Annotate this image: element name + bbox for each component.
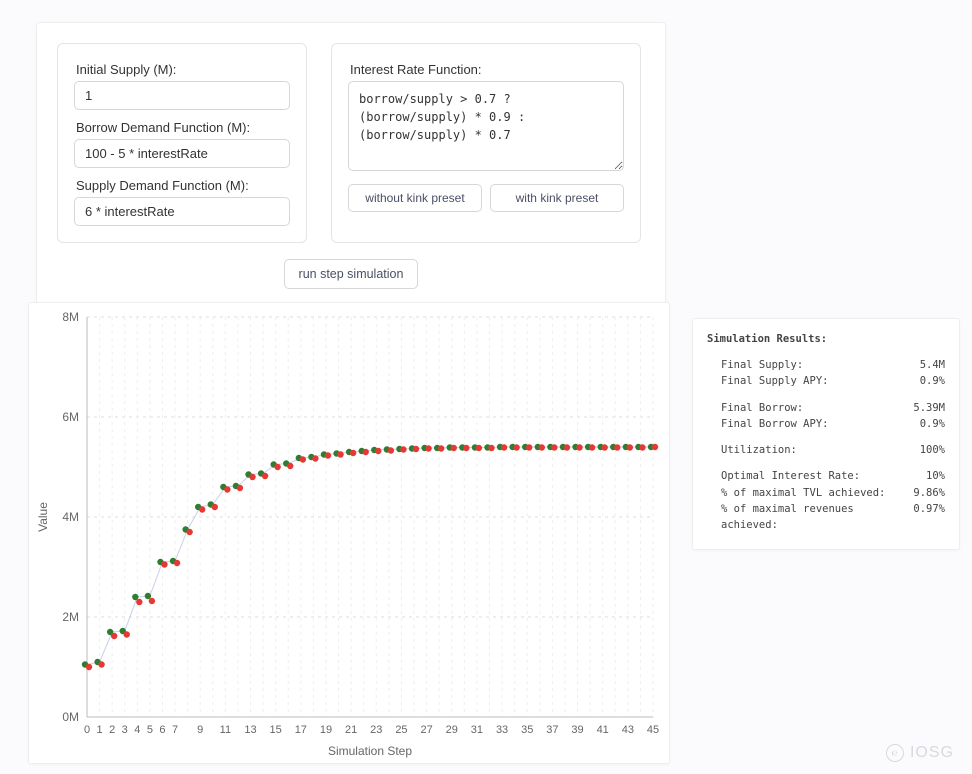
svg-text:3: 3: [122, 724, 128, 736]
result-label: % of maximal revenues achieved:: [721, 501, 913, 534]
svg-text:Simulation Step: Simulation Step: [328, 744, 412, 758]
result-value: 9.86%: [913, 485, 945, 501]
svg-text:2M: 2M: [62, 610, 79, 624]
svg-text:31: 31: [471, 724, 483, 736]
supply-demand-input[interactable]: [74, 197, 290, 226]
simulation-chart: 0M2M4M6M8M012345679111315171921232527293…: [29, 303, 671, 765]
svg-text:4M: 4M: [62, 510, 79, 524]
svg-text:2: 2: [109, 724, 115, 736]
svg-text:Value: Value: [36, 502, 50, 532]
svg-text:15: 15: [270, 724, 282, 736]
svg-text:45: 45: [647, 724, 659, 736]
interest-rate-function-input[interactable]: [348, 81, 624, 171]
initial-supply-input[interactable]: [74, 81, 290, 110]
svg-text:11: 11: [220, 724, 231, 736]
result-row: Optimal Interest Rate: 10%: [707, 468, 945, 484]
watermark: ℮ IOSG: [886, 744, 954, 762]
result-value: 100%: [920, 442, 945, 458]
demand-supply-card: Initial Supply (M): Borrow Demand Functi…: [57, 43, 307, 243]
svg-text:0: 0: [84, 724, 90, 736]
svg-text:25: 25: [395, 724, 407, 736]
interest-rate-label: Interest Rate Function:: [350, 62, 624, 77]
result-label: % of maximal TVL achieved:: [721, 485, 885, 501]
borrow-demand-label: Borrow Demand Function (M):: [76, 120, 290, 135]
svg-text:13: 13: [244, 724, 256, 736]
svg-text:41: 41: [597, 724, 609, 736]
result-value: 0.9%: [920, 373, 945, 389]
result-row: % of maximal revenues achieved:0.97%: [707, 501, 945, 534]
results-title: Simulation Results:: [707, 333, 945, 345]
result-label: Optimal Interest Rate:: [721, 468, 860, 484]
watermark-text: IOSG: [910, 744, 954, 762]
result-row: Utilization: 100%: [707, 442, 945, 458]
svg-text:33: 33: [496, 724, 508, 736]
svg-text:21: 21: [345, 724, 357, 736]
results-panel: Simulation Results: Final Supply:5.4MFin…: [692, 318, 960, 550]
svg-text:5: 5: [147, 724, 153, 736]
result-row: Final Supply APY: 0.9%: [707, 373, 945, 389]
result-value: 10%: [926, 468, 945, 484]
chart-panel: 0M2M4M6M8M012345679111315171921232527293…: [28, 302, 670, 764]
svg-text:29: 29: [446, 724, 458, 736]
result-value: 5.4M: [920, 357, 945, 373]
svg-text:1: 1: [97, 724, 103, 736]
svg-text:6M: 6M: [62, 410, 79, 424]
interest-rate-card: Interest Rate Function: without kink pre…: [331, 43, 641, 243]
svg-text:39: 39: [571, 724, 583, 736]
with-kink-preset-button[interactable]: with kink preset: [490, 184, 624, 212]
svg-text:19: 19: [320, 724, 332, 736]
result-label: Final Supply APY:: [721, 373, 828, 389]
svg-text:8M: 8M: [62, 310, 79, 324]
wechat-icon: ℮: [886, 744, 904, 762]
svg-text:27: 27: [420, 724, 432, 736]
svg-text:23: 23: [370, 724, 382, 736]
borrow-demand-input[interactable]: [74, 139, 290, 168]
result-label: Final Borrow:: [721, 400, 803, 416]
svg-text:6: 6: [159, 724, 165, 736]
supply-demand-label: Supply Demand Function (M):: [76, 178, 290, 193]
svg-text:7: 7: [172, 724, 178, 736]
result-value: 0.9%: [920, 416, 945, 432]
result-row: Final Borrow APY: 0.9%: [707, 416, 945, 432]
result-label: Utilization:: [721, 442, 797, 458]
result-label: Final Supply:: [721, 357, 803, 373]
result-value: 5.39M: [913, 400, 945, 416]
svg-text:9: 9: [197, 724, 203, 736]
config-panel: Initial Supply (M): Borrow Demand Functi…: [36, 22, 666, 306]
without-kink-preset-button[interactable]: without kink preset: [348, 184, 482, 212]
run-simulation-button[interactable]: run step simulation: [284, 259, 419, 289]
svg-text:43: 43: [622, 724, 634, 736]
svg-text:4: 4: [134, 724, 140, 736]
svg-text:35: 35: [521, 724, 533, 736]
svg-text:37: 37: [546, 724, 558, 736]
result-value: 0.97%: [913, 501, 945, 534]
svg-text:0M: 0M: [62, 710, 79, 724]
result-row: Final Supply: 5.4M: [707, 357, 945, 373]
initial-supply-label: Initial Supply (M):: [76, 62, 290, 77]
result-row: % of maximal TVL achieved: 9.86%: [707, 485, 945, 501]
result-label: Final Borrow APY:: [721, 416, 828, 432]
svg-text:17: 17: [295, 724, 307, 736]
result-row: Final Borrow: 5.39M: [707, 400, 945, 416]
